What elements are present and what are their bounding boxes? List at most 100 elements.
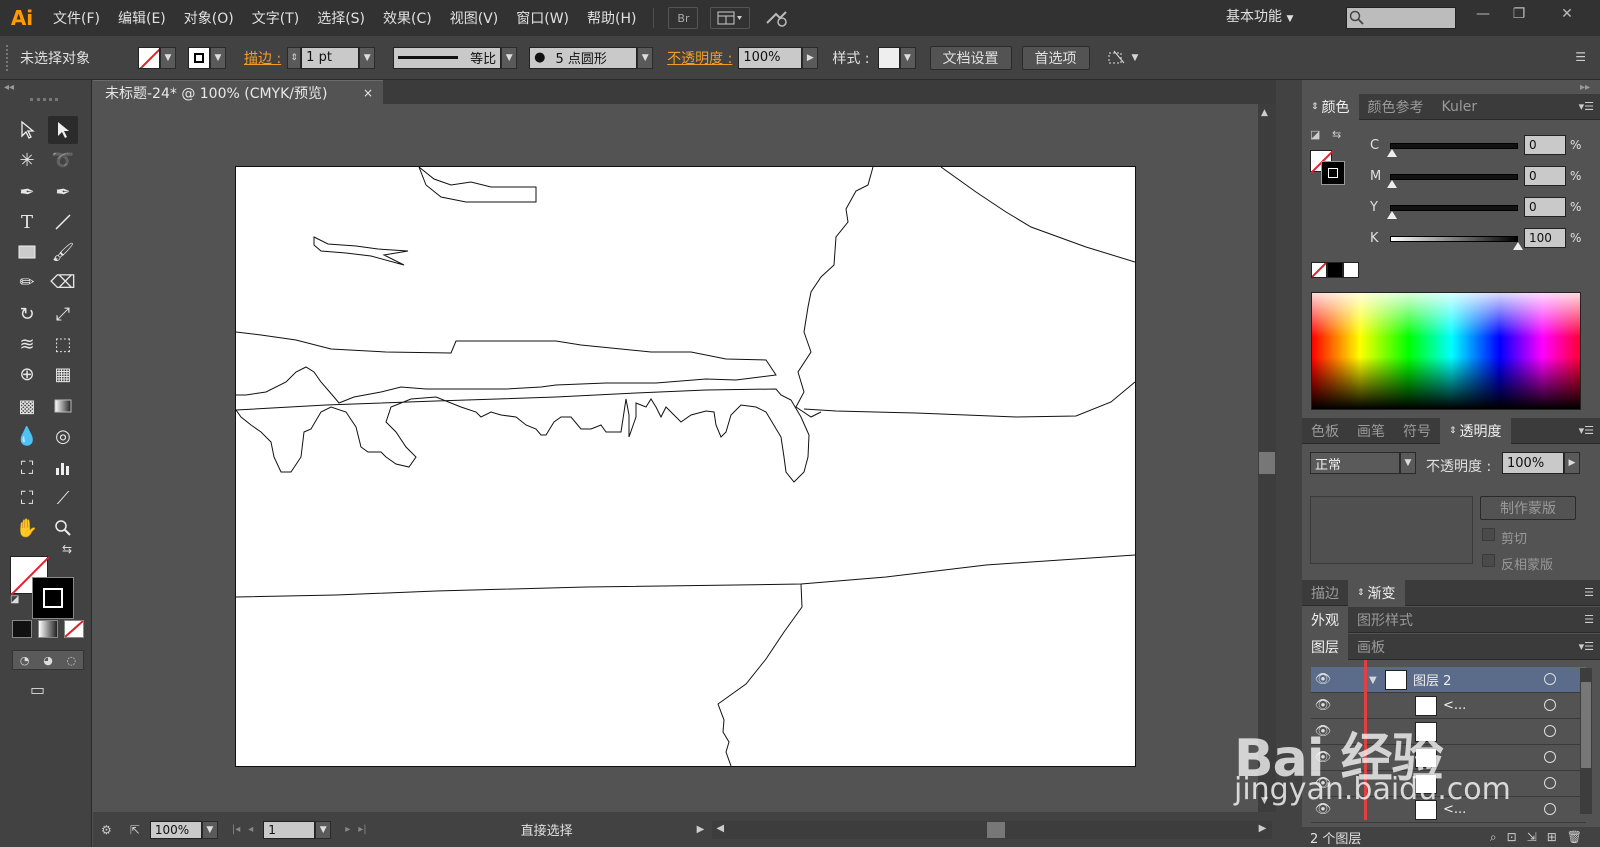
color-spectrum[interactable] bbox=[1311, 292, 1581, 410]
open-in-bridge-icon[interactable]: ⇱ bbox=[130, 823, 140, 837]
stroke-weight-dropdown[interactable]: ▼ bbox=[359, 46, 376, 69]
menu-type[interactable]: 文字(T) bbox=[243, 8, 308, 28]
profile-dropdown[interactable]: ▼ bbox=[501, 46, 518, 69]
screen-mode-icon[interactable]: ▭ bbox=[30, 680, 45, 699]
symbol-sprayer-tool-icon[interactable]: ⛶ bbox=[12, 454, 42, 482]
channel-slider-knob-c[interactable] bbox=[1387, 149, 1397, 157]
panel-menu-icon[interactable]: ☰ bbox=[1584, 586, 1594, 599]
opacity-label[interactable]: 不透明度 : bbox=[667, 48, 732, 68]
column-graph-tool-icon[interactable] bbox=[48, 454, 78, 482]
channel-slider-knob-k[interactable] bbox=[1513, 242, 1523, 250]
document-tab[interactable]: 未标题-24* @ 100% (CMYK/预览) × bbox=[93, 80, 383, 104]
gradient-tool-icon[interactable] bbox=[48, 392, 78, 420]
pencil-tool-icon[interactable]: ✏ bbox=[12, 268, 42, 296]
map-outline-artwork[interactable] bbox=[235, 166, 1136, 767]
opacity-field[interactable]: 100% bbox=[738, 46, 803, 69]
layer-name[interactable]: 图层 2 bbox=[1413, 670, 1451, 689]
layer-row[interactable]: 👁 ▼ 图层 2 bbox=[1311, 667, 1586, 693]
menu-select[interactable]: 选择(S) bbox=[308, 8, 374, 28]
magic-wand-tool-icon[interactable]: ✳ bbox=[12, 146, 42, 174]
lasso-tool-icon[interactable]: ➰ bbox=[48, 146, 78, 174]
fill-dropdown[interactable]: ▼ bbox=[160, 46, 176, 69]
channel-slider-knob-y[interactable] bbox=[1387, 211, 1397, 219]
vertical-scrollbar[interactable]: ▲ ▼ bbox=[1258, 104, 1276, 812]
direct-selection-tool-icon[interactable] bbox=[48, 116, 78, 144]
blend-mode-dropdown[interactable]: ▼ bbox=[1400, 452, 1416, 474]
make-mask-button[interactable]: 制作蒙版 bbox=[1480, 496, 1576, 520]
perspective-grid-tool-icon[interactable]: ▦ bbox=[48, 360, 78, 388]
panel-menu-icon[interactable]: ☰ bbox=[1575, 50, 1586, 64]
stroke-dropdown[interactable]: ▼ bbox=[210, 46, 226, 69]
scale-tool-icon[interactable]: ⤢ bbox=[48, 300, 78, 328]
selection-tool-icon[interactable] bbox=[12, 116, 42, 144]
last-artboard-icon[interactable]: ▸| bbox=[358, 824, 366, 835]
tab-appearance[interactable]: 外观 bbox=[1302, 606, 1348, 633]
stroke-swatch[interactable] bbox=[188, 46, 210, 69]
control-bar-grip[interactable] bbox=[6, 44, 14, 71]
minimize-button[interactable]: — bbox=[1466, 4, 1500, 24]
artboard[interactable] bbox=[235, 166, 1136, 767]
status-menu-icon[interactable]: ▶ bbox=[697, 824, 705, 835]
paintbrush-tool-icon[interactable]: 🖌 bbox=[48, 238, 78, 266]
channel-value-k[interactable]: 100 bbox=[1524, 228, 1566, 248]
swap-fill-stroke-icon[interactable]: ⇆ bbox=[62, 542, 72, 556]
previous-artboard-icon[interactable]: ◂ bbox=[248, 824, 253, 835]
artboard-tool-icon[interactable]: ⛶ bbox=[12, 484, 42, 512]
none-mode-button[interactable] bbox=[64, 620, 84, 638]
tab-layers[interactable]: 图层 bbox=[1302, 633, 1348, 660]
stroke-swatch-large[interactable] bbox=[32, 577, 74, 619]
free-transform-tool-icon[interactable]: ⬚ bbox=[48, 330, 78, 358]
stroke-label[interactable]: 描边 : bbox=[244, 48, 281, 68]
tab-swatches[interactable]: 色板 bbox=[1302, 418, 1348, 444]
curvature-pen-tool-icon[interactable]: ✒ bbox=[48, 178, 78, 206]
collapse-panel-icon[interactable]: ◂◂ bbox=[4, 82, 14, 93]
horizontal-scroll-thumb[interactable] bbox=[987, 821, 1006, 838]
artboard-dropdown[interactable]: ▼ bbox=[315, 820, 332, 839]
tab-gradient[interactable]: ⇕ 渐变 bbox=[1348, 579, 1405, 606]
layer-target-icon[interactable] bbox=[1544, 777, 1556, 789]
fill-swatch[interactable] bbox=[138, 46, 160, 69]
drawing-modes[interactable]: ◔ ◕ ◌ bbox=[12, 650, 84, 670]
scroll-up-icon[interactable]: ▲ bbox=[1261, 108, 1268, 118]
arrange-documents-button[interactable] bbox=[710, 7, 751, 29]
layer-target-icon[interactable] bbox=[1544, 673, 1556, 685]
menu-help[interactable]: 帮助(H) bbox=[578, 8, 645, 28]
layers-scrollbar[interactable] bbox=[1580, 668, 1592, 814]
preferences-button[interactable]: 首选项 bbox=[1021, 45, 1090, 70]
restore-button[interactable]: ❐ bbox=[1502, 4, 1536, 24]
variable-width-profile[interactable]: 等比 bbox=[393, 46, 502, 69]
channel-slider-y[interactable] bbox=[1390, 205, 1518, 211]
scroll-left-icon[interactable]: ◀ bbox=[716, 823, 724, 834]
layer-target-icon[interactable] bbox=[1544, 725, 1556, 737]
tab-symbols[interactable]: 符号 bbox=[1394, 418, 1440, 444]
visibility-eye-icon[interactable]: 👁 bbox=[1311, 672, 1335, 687]
blend-tool-icon[interactable]: ◎ bbox=[48, 422, 78, 450]
workspace-switcher[interactable]: 基本功能 ▼ bbox=[1226, 6, 1293, 26]
horizontal-scrollbar[interactable]: ◀ ▶ bbox=[712, 820, 1273, 839]
black-swatch[interactable] bbox=[1327, 262, 1343, 278]
channel-slider-k[interactable] bbox=[1390, 236, 1518, 242]
first-artboard-icon[interactable]: |◂ bbox=[232, 824, 240, 835]
status-options-icon[interactable]: ⚙ bbox=[101, 823, 112, 837]
eraser-tool-icon[interactable]: ⌫ bbox=[48, 268, 78, 296]
menu-object[interactable]: 对象(O) bbox=[175, 8, 243, 28]
channel-value-y[interactable]: 0 bbox=[1524, 197, 1566, 217]
layer-target-icon[interactable] bbox=[1544, 803, 1556, 815]
color-mode-button[interactable] bbox=[12, 620, 32, 638]
artboard-number-field[interactable]: 1 bbox=[263, 820, 316, 839]
tab-color-guide[interactable]: 颜色参考 bbox=[1359, 94, 1433, 120]
brush-dropdown[interactable]: ▼ bbox=[637, 46, 654, 69]
mesh-tool-icon[interactable]: ▩ bbox=[12, 392, 42, 420]
width-tool-icon[interactable]: ≋ bbox=[12, 330, 42, 358]
tab-transparency[interactable]: ⇕ 透明度 bbox=[1440, 417, 1511, 444]
menu-effect[interactable]: 效果(C) bbox=[374, 8, 441, 28]
hand-tool-icon[interactable]: ✋ bbox=[12, 514, 42, 542]
panel-menu-icon[interactable]: ☰ bbox=[1584, 613, 1594, 626]
layer-actions-icons[interactable]: ⌕⊡⇲⊞🗑 bbox=[1490, 830, 1592, 845]
menu-file[interactable]: 文件(F) bbox=[44, 8, 109, 28]
search-input[interactable] bbox=[1346, 7, 1456, 29]
document-setup-button[interactable]: 文档设置 bbox=[929, 45, 1012, 70]
default-colors-icon[interactable]: ◪ bbox=[1310, 128, 1320, 141]
draw-behind-icon[interactable]: ◕ bbox=[43, 654, 53, 667]
blend-mode-select[interactable]: 正常 bbox=[1310, 452, 1400, 474]
